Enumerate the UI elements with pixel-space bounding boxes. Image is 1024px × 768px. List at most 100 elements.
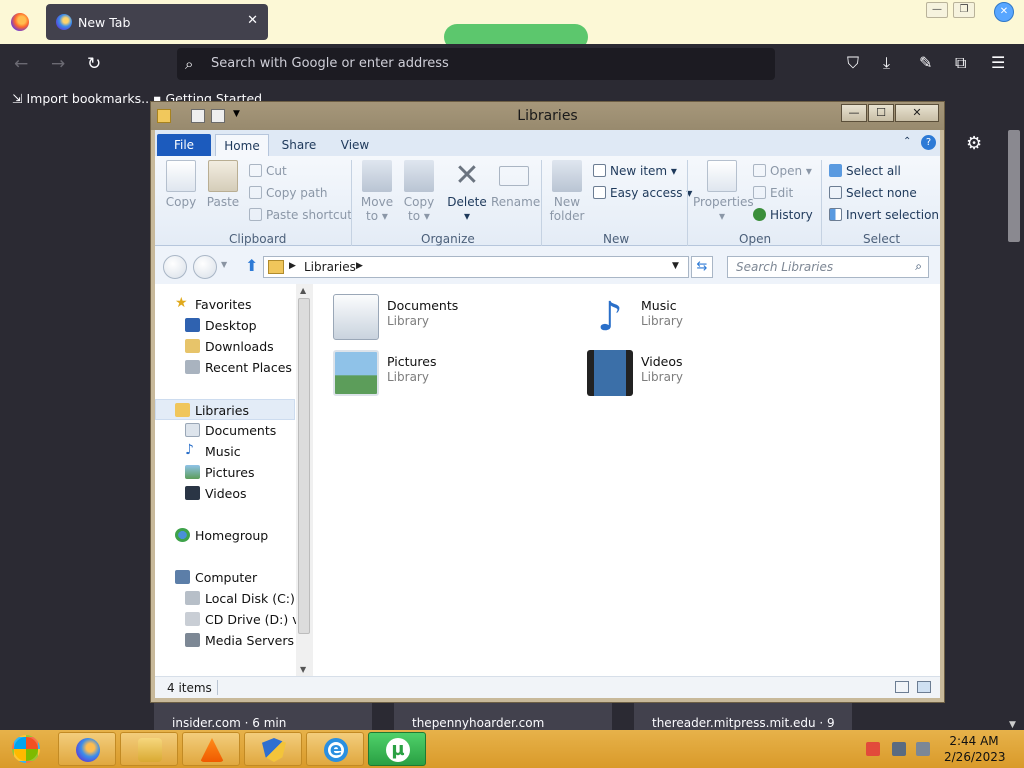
top-site-card[interactable]: thepennyhoarder.com xyxy=(394,700,612,730)
open-button[interactable]: Open ▾ xyxy=(753,164,812,182)
explorer-title-bar[interactable]: ▼ Libraries — ☐ ✕ xyxy=(151,102,944,130)
tab-view[interactable]: View xyxy=(331,134,379,156)
nav-libraries[interactable]: Libraries xyxy=(155,399,295,420)
select-all-button[interactable]: Select all xyxy=(829,164,901,182)
maximize-button[interactable]: ☐ xyxy=(868,104,894,122)
tab-home[interactable]: Home xyxy=(215,134,269,156)
navigation-scrollbar-thumb[interactable] xyxy=(298,298,310,634)
scroll-up-icon[interactable]: ▲ xyxy=(300,286,306,295)
library-item-music[interactable]: ♪ Music Library xyxy=(587,294,827,344)
refresh-button[interactable]: ⇆ xyxy=(691,256,713,278)
nav-pictures[interactable]: Pictures xyxy=(155,462,295,483)
address-dropdown-icon[interactable]: ▼ xyxy=(672,261,679,271)
taskbar-explorer[interactable] xyxy=(120,732,178,766)
paste-button[interactable]: Paste xyxy=(203,160,243,209)
taskbar-internet-explorer[interactable]: e xyxy=(306,732,364,766)
browser-minimize-button[interactable]: — xyxy=(926,2,948,18)
breadcrumb-chevron-icon[interactable]: ▶ xyxy=(289,261,296,271)
library-item-documents[interactable]: Documents Library xyxy=(333,294,573,344)
nav-videos[interactable]: Videos xyxy=(155,483,295,504)
top-site-card[interactable]: insider.com · 6 min xyxy=(154,700,372,730)
pocket-icon[interactable]: ⛉ xyxy=(847,53,859,73)
edit-button[interactable]: Edit xyxy=(753,186,793,204)
nav-homegroup[interactable]: Homegroup xyxy=(155,525,295,546)
properties-button[interactable]: Properties ▾ xyxy=(693,160,754,223)
up-arrow-icon[interactable]: ⬆ xyxy=(245,256,258,275)
network-icon[interactable] xyxy=(892,742,906,756)
recent-locations-icon[interactable]: ▼ xyxy=(221,260,227,269)
scroll-down-icon[interactable]: ▼ xyxy=(1009,720,1016,730)
breadcrumb-chevron-icon[interactable]: ▶ xyxy=(356,261,363,271)
downloads-icon[interactable]: ⤓ xyxy=(883,53,890,73)
copy-to-button[interactable]: Copy to ▾ xyxy=(399,160,439,223)
volume-muted-icon[interactable] xyxy=(916,742,930,756)
forward-icon[interactable]: → xyxy=(51,54,65,74)
paste-shortcut-button[interactable]: Paste shortcut xyxy=(249,208,352,226)
flag-warning-icon[interactable] xyxy=(866,742,880,756)
tab-share[interactable]: Share xyxy=(273,134,325,156)
tab-file[interactable]: File xyxy=(157,134,211,156)
copy-path-button[interactable]: Copy path xyxy=(249,186,328,204)
easy-access-button[interactable]: Easy access ▾ xyxy=(593,186,692,204)
nav-recent-places[interactable]: Recent Places xyxy=(155,357,295,378)
close-tab-icon[interactable]: ✕ xyxy=(247,13,258,28)
start-button[interactable] xyxy=(4,733,50,765)
new-folder-button[interactable]: New folder xyxy=(547,160,587,223)
breadcrumb-libraries[interactable]: Libraries xyxy=(304,260,356,274)
navigation-scrollbar[interactable]: ▲ ▼ xyxy=(296,284,313,676)
firefox-icon[interactable] xyxy=(11,13,29,31)
details-view-icon[interactable] xyxy=(895,681,909,693)
nav-downloads[interactable]: Downloads xyxy=(155,336,295,357)
browser-close-button[interactable]: ✕ xyxy=(994,2,1014,22)
large-icons-view-icon[interactable] xyxy=(917,681,931,693)
extensions-icon[interactable]: ⧉ xyxy=(955,53,966,73)
nav-cd-drive[interactable]: CD Drive (D:) virt xyxy=(155,609,313,630)
forward-button[interactable] xyxy=(193,255,217,279)
reload-icon[interactable]: ↻ xyxy=(87,54,101,74)
minimize-button[interactable]: — xyxy=(841,104,867,122)
collapse-ribbon-icon[interactable]: ⌃ xyxy=(903,136,911,147)
browser-restore-button[interactable]: ❐ xyxy=(953,2,975,18)
browser-tab-new-tab[interactable]: New Tab ✕ xyxy=(46,4,268,40)
nav-favorites[interactable]: ★ Favorites xyxy=(155,294,295,315)
search-icon[interactable]: ⌕ xyxy=(915,259,922,274)
page-scrollbar-thumb[interactable] xyxy=(1008,130,1020,242)
copy-button[interactable]: Copy xyxy=(161,160,201,209)
taskbar-firefox[interactable] xyxy=(58,732,116,766)
nav-music[interactable]: ♪ Music xyxy=(155,441,295,462)
delete-button[interactable]: ✕ Delete ▾ xyxy=(447,160,487,224)
back-icon[interactable]: ← xyxy=(14,54,28,74)
rename-button[interactable]: Rename xyxy=(491,160,540,209)
back-button[interactable] xyxy=(163,255,187,279)
nav-computer[interactable]: Computer xyxy=(155,567,295,588)
library-item-videos[interactable]: Videos Library xyxy=(587,350,827,400)
new-item-button[interactable]: New item ▾ xyxy=(593,164,677,182)
menu-icon[interactable]: ☰ xyxy=(991,53,1005,72)
help-icon[interactable]: ? xyxy=(921,135,936,150)
wrench-icon[interactable]: ✎ xyxy=(919,53,932,72)
invert-selection-button[interactable]: Invert selection xyxy=(829,208,939,226)
taskbar-security[interactable] xyxy=(244,732,302,766)
select-none-button[interactable]: Select none xyxy=(829,186,917,204)
page-scrollbar[interactable]: ▼ xyxy=(1006,130,1022,730)
scroll-down-icon[interactable]: ▼ xyxy=(300,665,306,674)
nav-local-disk[interactable]: Local Disk (C:) xyxy=(155,588,295,609)
browser-tab-strip: New Tab ✕ — ❐ ✕ xyxy=(0,0,1024,50)
search-input[interactable]: Search Libraries ⌕ xyxy=(727,256,929,278)
address-field[interactable]: ▶ Libraries ▶ ▼ xyxy=(263,256,689,278)
url-bar[interactable]: ⌕ Search with Google or enter address xyxy=(177,48,775,80)
import-bookmarks-link[interactable]: ⇲ Import bookmarks... xyxy=(12,91,153,106)
taskbar-vlc[interactable] xyxy=(182,732,240,766)
settings-gear-icon[interactable]: ⚙ xyxy=(966,133,982,154)
move-to-button[interactable]: Move to ▾ xyxy=(357,160,397,223)
library-item-pictures[interactable]: Pictures Library xyxy=(333,350,573,400)
nav-documents[interactable]: Documents xyxy=(155,420,295,441)
top-site-card[interactable]: thereader.mitpress.mit.edu · 9 xyxy=(634,700,852,730)
taskbar-clock[interactable]: 2:44 AM 2/26/2023 xyxy=(944,733,1006,765)
nav-media-servers[interactable]: Media Servers xyxy=(155,630,295,651)
history-button[interactable]: History xyxy=(753,208,813,226)
taskbar-utorrent[interactable]: µ xyxy=(368,732,426,766)
nav-desktop[interactable]: Desktop xyxy=(155,315,295,336)
close-button[interactable]: ✕ xyxy=(895,104,939,122)
cut-button[interactable]: Cut xyxy=(249,164,287,182)
